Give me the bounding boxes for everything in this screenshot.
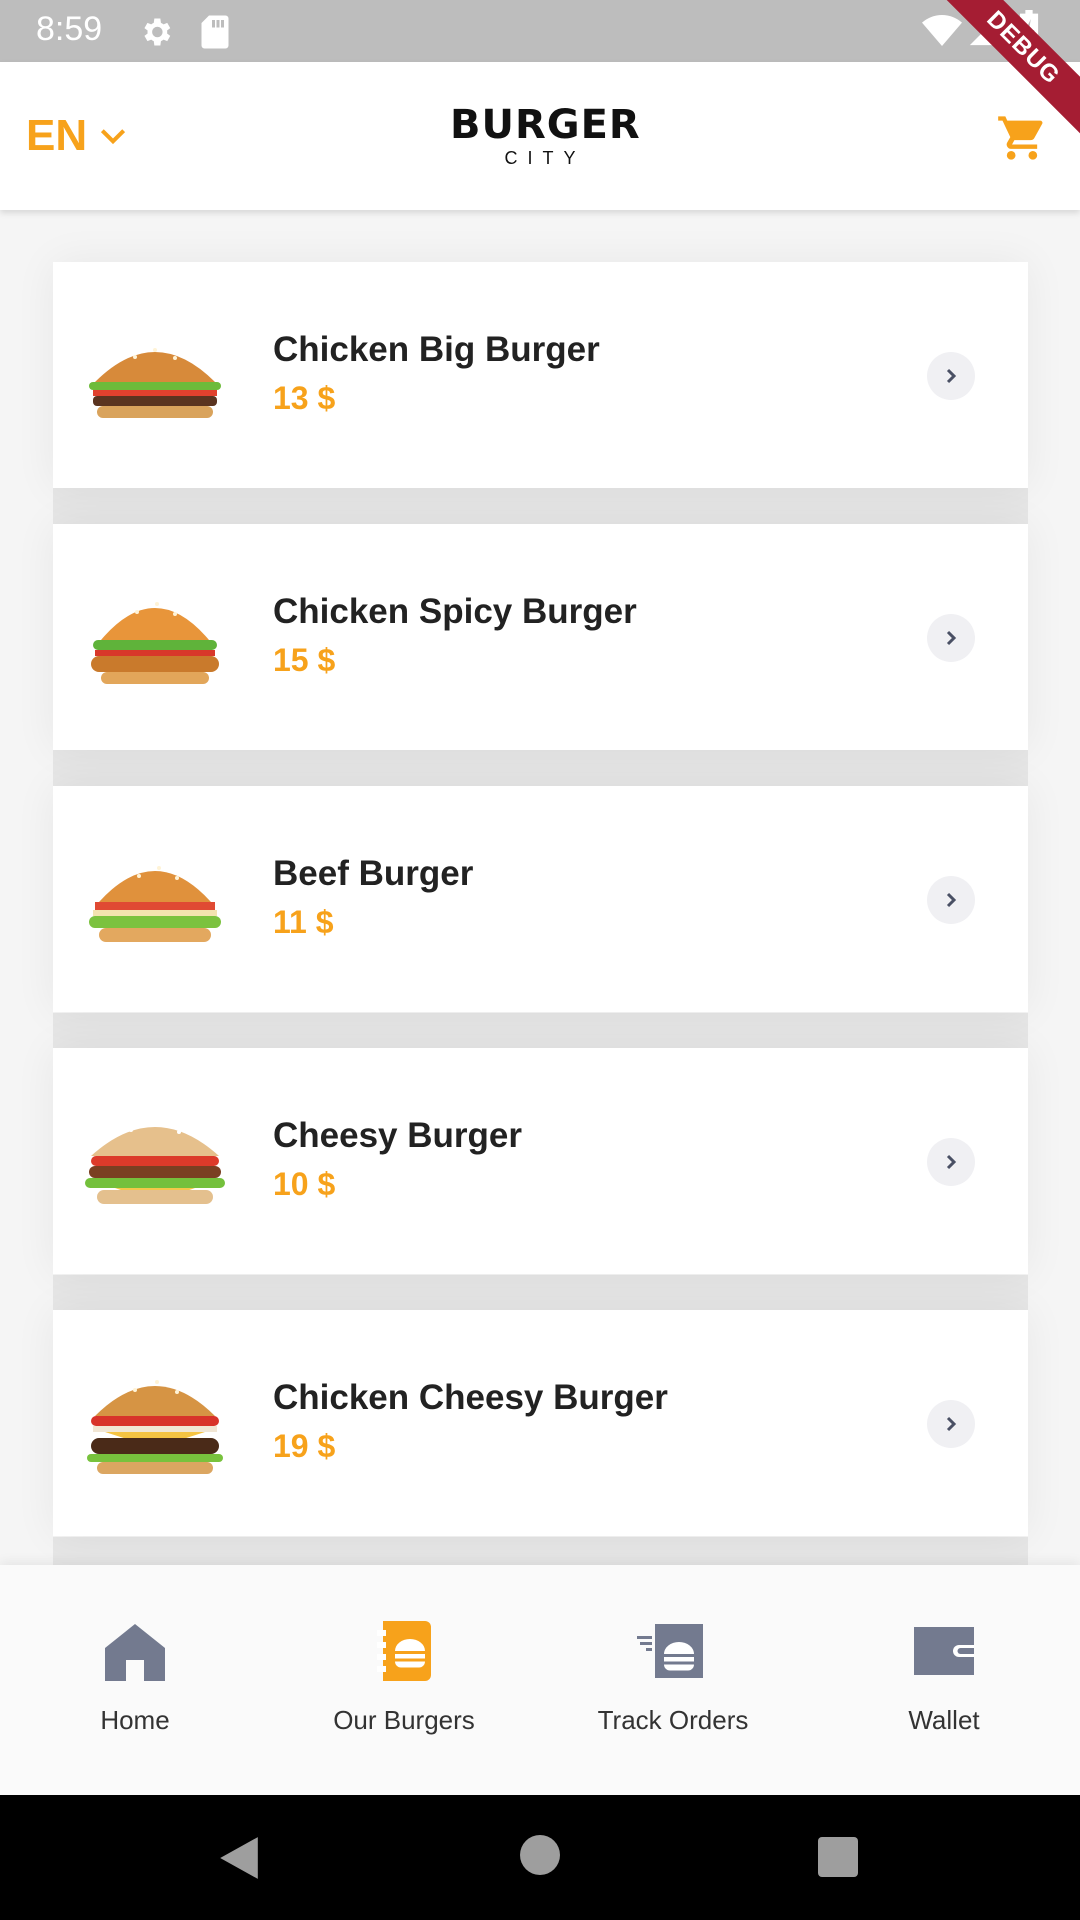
chevron-right-icon[interactable] (927, 352, 975, 400)
chevron-right-icon[interactable] (927, 1400, 975, 1448)
system-navigation-bar (0, 1795, 1080, 1920)
burger-card[interactable]: Beef Burger 11 $ (53, 786, 1028, 1012)
chevron-right-icon[interactable] (927, 614, 975, 662)
burger-image (89, 866, 221, 942)
nav-label: Track Orders (597, 1705, 749, 1735)
card-separator (53, 488, 1028, 524)
nav-item-home[interactable]: Home (25, 1615, 245, 1755)
card-separator (53, 1013, 1028, 1049)
chevron-down-icon (101, 129, 126, 145)
chevron-right-icon[interactable] (927, 1138, 975, 1186)
nav-item-our-burgers[interactable]: Our Burgers (294, 1615, 514, 1755)
burger-card[interactable]: Chicken Cheesy Burger 19 $ (53, 1310, 1028, 1536)
nav-label: Home (100, 1705, 170, 1735)
bottom-navigation: Home Our Burgers Track Orders Wallet (0, 1565, 1080, 1795)
card-separator (53, 750, 1028, 786)
burger-price: 19 $ (273, 1428, 336, 1464)
burger-card[interactable]: Cheesy Burger 10 $ (53, 1048, 1028, 1274)
status-bar: 8:59 (0, 0, 1080, 62)
burger-price: 15 $ (273, 642, 336, 678)
burger-name: Beef Burger (273, 854, 474, 893)
burger-price: 10 $ (273, 1166, 336, 1202)
burger-name: Chicken Big Burger (273, 330, 600, 369)
delivery-icon (637, 1624, 703, 1678)
chevron-right-icon[interactable] (927, 876, 975, 924)
burger-card[interactable]: Chicken Spicy Burger 15 $ (53, 524, 1028, 750)
brand-subtitle: CITY (504, 148, 586, 168)
brand-logo: BURGER CITY (450, 102, 641, 174)
burger-name: Cheesy Burger (273, 1116, 522, 1155)
burger-price: 13 $ (273, 380, 336, 416)
burger-list[interactable]: Chicken Big Burger 13 $ Chicken Spicy Bu… (0, 210, 1080, 1565)
nav-label: Wallet (908, 1705, 980, 1735)
status-time: 8:59 (36, 10, 103, 48)
burger-image (89, 348, 221, 418)
sd-card-icon (201, 15, 229, 49)
language-selector[interactable]: EN (26, 106, 129, 166)
gear-icon (144, 18, 171, 46)
burger-name: Chicken Cheesy Burger (273, 1378, 668, 1417)
home-icon (105, 1624, 165, 1681)
menu-book-icon (377, 1621, 431, 1681)
nav-item-wallet[interactable]: Wallet (834, 1615, 1054, 1755)
back-icon[interactable] (218, 1835, 260, 1881)
cart-icon[interactable] (996, 112, 1048, 164)
card-separator (53, 1537, 1028, 1565)
home-button-icon[interactable] (520, 1835, 560, 1875)
nav-item-track-orders[interactable]: Track Orders (563, 1615, 783, 1755)
card-separator (53, 1275, 1028, 1311)
brand-name: BURGER (450, 102, 641, 148)
burger-price: 11 $ (273, 904, 334, 940)
nav-label: Our Burgers (333, 1705, 475, 1735)
burger-image (85, 1120, 225, 1204)
burger-name: Chicken Spicy Burger (273, 592, 637, 631)
burger-image (87, 1380, 223, 1474)
language-label: EN (26, 111, 88, 160)
wifi-icon (922, 15, 962, 46)
burger-card[interactable]: Chicken Big Burger 13 $ (53, 262, 1028, 488)
wallet-icon (914, 1627, 974, 1675)
burger-image (91, 602, 219, 684)
recent-apps-icon[interactable] (818, 1837, 858, 1877)
app-header: EN BURGER CITY (0, 62, 1080, 210)
